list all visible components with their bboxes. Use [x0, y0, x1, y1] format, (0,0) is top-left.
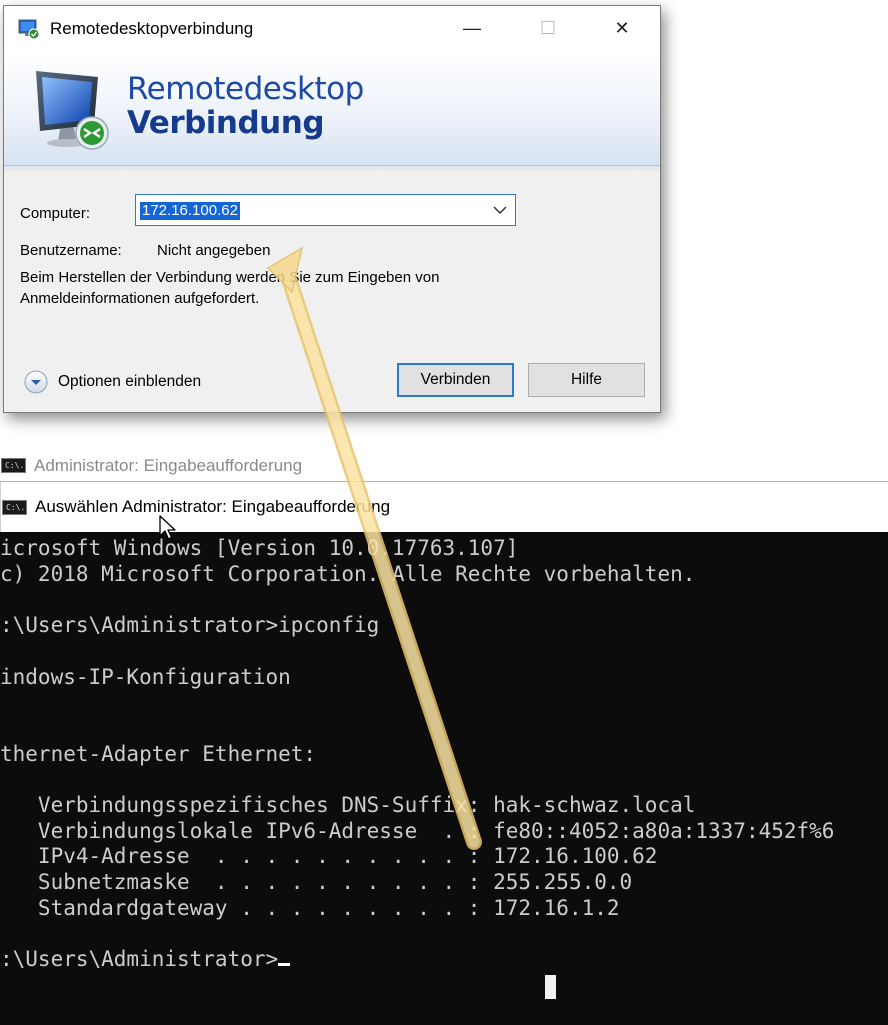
console-title: Auswählen Administrator: Eingabeaufforde… [35, 497, 391, 516]
maximize-button[interactable]: ☐ [512, 6, 584, 51]
console-line: Verbindungsspezifisches DNS-Suffix: hak-… [0, 793, 696, 818]
monitor-icon [36, 71, 109, 150]
show-options-label[interactable]: Optionen einblenden [58, 373, 201, 391]
mouse-pointer-icon [159, 515, 176, 540]
console-line: Standardgateway . . . . . . . . . : 172.… [0, 895, 620, 920]
rdp-app-icon [18, 19, 40, 40]
console-line: Subnetzmaske . . . . . . . . . . : 255.2… [0, 870, 633, 895]
banner-divider [4, 166, 660, 172]
computer-label: Computer: [20, 205, 91, 222]
chevron-down-icon[interactable] [493, 205, 507, 215]
cmd-icon: C:\. [1, 458, 26, 473]
connection-info-text: Beim Herstellen der Verbindung werden Si… [20, 269, 440, 307]
console-line: thernet-Adapter Ethernet: [0, 741, 317, 766]
maximize-icon: ☐ [539, 18, 557, 38]
minimize-button[interactable]: — [436, 6, 508, 51]
console-line: :\Users\Administrator>ipconfig [0, 613, 380, 638]
rdp-banner: Remotedesktop Verbindung [4, 51, 660, 166]
minimize-icon: — [463, 18, 481, 38]
console-line: IPv4-Adresse . . . . . . . . . . : 172.1… [0, 844, 658, 869]
brand-title-line1: Remotedesktop [127, 71, 364, 107]
rdp-titlebar[interactable]: Remotedesktopverbindung — ☐ ✕ [4, 6, 660, 51]
console-line: Verbindungslokale IPv6-Adresse . : fe80:… [0, 818, 835, 843]
console-line: c) 2018 Microsoft Corporation. Alle Rech… [0, 561, 696, 586]
help-button[interactable]: Hilfe [528, 363, 645, 397]
background-console-titlebar[interactable]: C:\. Administrator: Eingabeaufforderung [0, 452, 888, 479]
rdp-dialog: Remotedesktopverbindung — ☐ ✕ Remotedesk… [3, 5, 661, 413]
console-output[interactable]: icrosoft Windows [Version 10.0.17763.107… [0, 532, 888, 1025]
console-titlebar[interactable]: C:\. Auswählen Administrator: Eingabeauf… [0, 482, 888, 532]
cmd-icon: C:\. [2, 500, 27, 515]
console-window: C:\. Auswählen Administrator: Eingabeauf… [0, 481, 888, 1025]
show-options-toggle[interactable]: Optionen einblenden [24, 369, 201, 395]
console-text[interactable]: icrosoft Windows [Version 10.0.17763.107… [0, 536, 834, 973]
background-console-title: Administrator: Eingabeaufforderung [34, 456, 303, 475]
connect-button[interactable]: Verbinden [397, 363, 514, 397]
console-line: indows-IP-Konfiguration [0, 664, 291, 689]
options-expand-icon[interactable] [24, 370, 48, 394]
rdp-window-title: Remotedesktopverbindung [50, 19, 254, 38]
text-cursor [278, 963, 291, 967]
brand-title-line2: Verbindung [127, 105, 325, 141]
selection-cursor-block [545, 975, 556, 999]
computer-input-value[interactable]: 172.16.100.62 [140, 202, 240, 220]
close-button[interactable]: ✕ [586, 6, 658, 51]
username-value: Nicht angegeben [157, 242, 271, 259]
console-line: icrosoft Windows [Version 10.0.17763.107… [0, 536, 519, 560]
console-line: :\Users\Administrator> [0, 947, 279, 972]
close-icon: ✕ [614, 18, 630, 38]
username-label: Benutzername: [20, 242, 122, 259]
computer-combobox[interactable]: 172.16.100.62 [135, 194, 516, 226]
